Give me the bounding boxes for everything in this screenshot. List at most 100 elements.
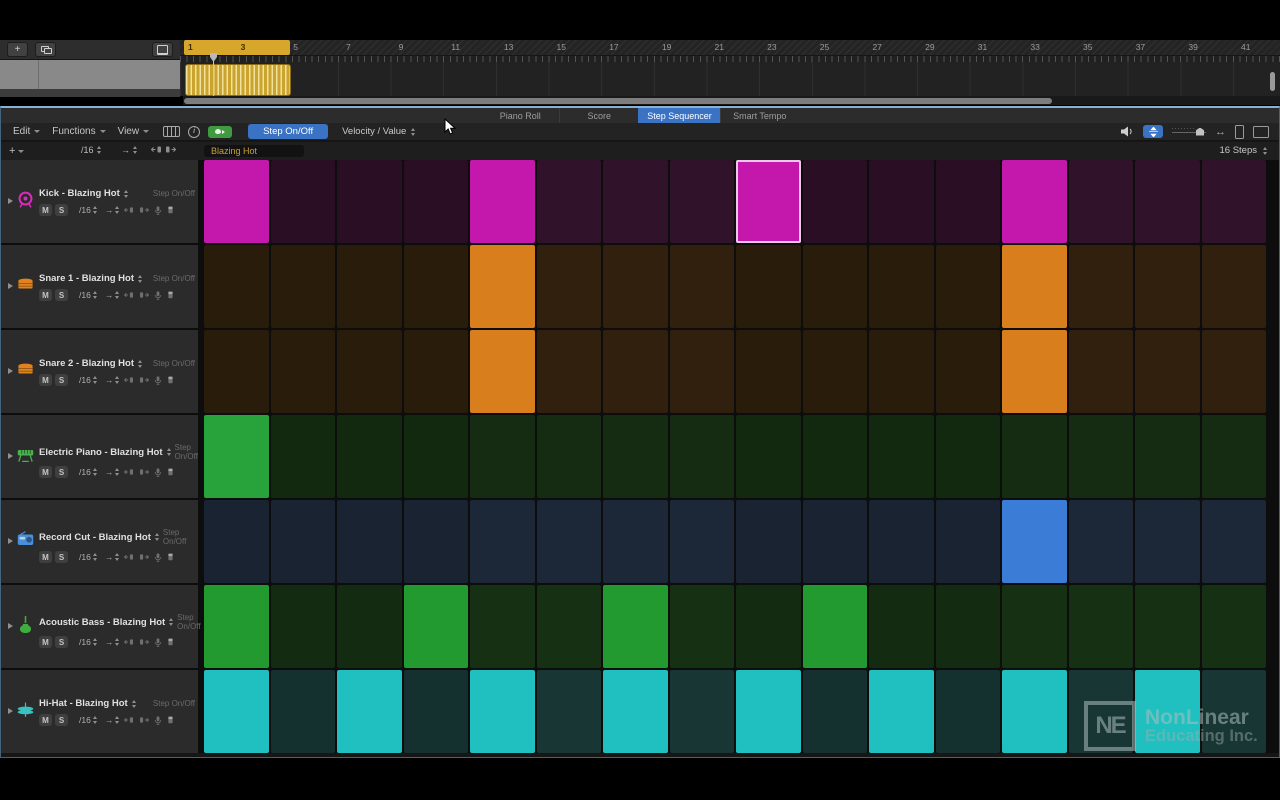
step-cell[interactable] <box>1135 160 1200 243</box>
track-header[interactable]: Record Cut - Blazing HotStep On/OffMS/16… <box>1 500 198 583</box>
step-cell[interactable] <box>337 500 402 583</box>
step-cell[interactable] <box>670 585 735 668</box>
eraser-icon[interactable] <box>167 715 174 725</box>
step-cell[interactable] <box>1069 160 1134 243</box>
info-icon[interactable]: i <box>188 126 200 138</box>
step-cell[interactable] <box>1202 160 1267 243</box>
rotate-left-icon[interactable] <box>124 638 134 646</box>
vertical-pane-icon[interactable] <box>1235 125 1244 139</box>
eraser-icon[interactable] <box>167 467 174 477</box>
rotate-right-icon[interactable] <box>139 638 149 646</box>
step-cell[interactable] <box>803 415 868 498</box>
pattern-rate-stepper[interactable]: /16 <box>81 145 101 155</box>
tab-score[interactable]: Score <box>559 108 638 123</box>
step-cell[interactable] <box>470 670 535 753</box>
step-cell[interactable] <box>1002 670 1067 753</box>
mute-button[interactable]: M <box>39 714 52 726</box>
step-cell[interactable] <box>803 160 868 243</box>
step-cell[interactable] <box>404 415 469 498</box>
step-cell[interactable] <box>869 415 934 498</box>
step-cell[interactable] <box>271 160 336 243</box>
step-cell[interactable] <box>670 500 735 583</box>
step-cell[interactable] <box>1002 415 1067 498</box>
row-rate-stepper[interactable]: /16 <box>79 375 97 385</box>
step-cell[interactable] <box>404 670 469 753</box>
step-cell[interactable] <box>470 500 535 583</box>
step-cell[interactable] <box>1135 585 1200 668</box>
edit-mode-select[interactable]: Velocity / Value <box>338 126 419 137</box>
menu-edit[interactable]: Edit <box>7 126 46 137</box>
disclosure-triangle-icon[interactable] <box>8 198 13 204</box>
step-cell[interactable] <box>1135 670 1200 753</box>
step-cell[interactable] <box>736 500 801 583</box>
add-row-button[interactable]: + <box>9 145 24 157</box>
menu-view[interactable]: View <box>112 126 156 137</box>
mic-icon[interactable] <box>154 375 162 386</box>
step-cell[interactable] <box>1135 245 1200 328</box>
step-cell[interactable] <box>1135 330 1200 413</box>
track-name[interactable]: Record Cut - Blazing Hot <box>39 532 151 543</box>
vertical-scrollbar-thumb[interactable] <box>1270 72 1275 91</box>
step-cell[interactable] <box>204 585 269 668</box>
step-cell[interactable] <box>271 330 336 413</box>
row-direction-stepper[interactable]: → <box>105 290 120 300</box>
disclosure-triangle-icon[interactable] <box>8 708 13 714</box>
step-cell[interactable] <box>1069 415 1134 498</box>
tab-piano-roll[interactable]: Piano Roll <box>481 108 559 123</box>
step-cell[interactable] <box>204 160 269 243</box>
midi-in-capture-button[interactable] <box>208 126 232 138</box>
step-cell[interactable] <box>603 500 668 583</box>
empty-track-list[interactable] <box>0 60 180 89</box>
step-cell[interactable] <box>736 585 801 668</box>
row-rate-stepper[interactable]: /16 <box>79 637 97 647</box>
step-cell[interactable] <box>603 585 668 668</box>
solo-button[interactable]: S <box>55 374 68 386</box>
step-cell[interactable] <box>936 585 1001 668</box>
step-cell[interactable] <box>271 245 336 328</box>
eraser-icon[interactable] <box>167 205 174 215</box>
step-cell[interactable] <box>470 415 535 498</box>
mic-icon[interactable] <box>154 637 162 648</box>
step-cell[interactable] <box>869 670 934 753</box>
step-cell[interactable] <box>404 245 469 328</box>
eraser-icon[interactable] <box>167 552 174 562</box>
solo-button[interactable]: S <box>55 466 68 478</box>
bar-ruler[interactable]: 1357911131517192123252729313335373941 <box>180 40 1280 96</box>
step-cell[interactable] <box>670 415 735 498</box>
track-header[interactable]: Snare 2 - Blazing HotStep On/OffMS/16→ <box>1 330 198 413</box>
step-cell[interactable] <box>736 670 801 753</box>
row-direction-stepper[interactable]: → <box>105 205 120 215</box>
step-cell[interactable] <box>1002 160 1067 243</box>
step-cell[interactable] <box>1002 585 1067 668</box>
row-direction-stepper[interactable]: → <box>105 637 120 647</box>
step-cell[interactable] <box>803 330 868 413</box>
step-cell[interactable] <box>537 670 602 753</box>
step-cell[interactable] <box>470 245 535 328</box>
rotate-left-icon[interactable] <box>124 291 134 299</box>
rotate-right-icon[interactable] <box>139 291 149 299</box>
step-cell[interactable] <box>1069 330 1134 413</box>
mute-button[interactable]: M <box>39 551 52 563</box>
track-name[interactable]: Acoustic Bass - Blazing Hot <box>39 617 165 628</box>
step-cell[interactable] <box>204 670 269 753</box>
step-cell[interactable] <box>936 500 1001 583</box>
solo-button[interactable]: S <box>55 636 68 648</box>
step-cell[interactable] <box>603 160 668 243</box>
rotate-right-icon[interactable] <box>139 206 149 214</box>
menu-functions[interactable]: Functions <box>46 126 111 137</box>
step-cell[interactable] <box>936 160 1001 243</box>
step-cell[interactable] <box>470 330 535 413</box>
step-cell[interactable] <box>470 585 535 668</box>
step-cell[interactable] <box>670 160 735 243</box>
speaker-icon[interactable] <box>1121 126 1134 137</box>
pattern-name-field[interactable]: Blazing Hot <box>204 145 304 157</box>
rotate-right-icon[interactable] <box>139 716 149 724</box>
cycle-region[interactable] <box>184 40 290 55</box>
step-cell[interactable] <box>1135 500 1200 583</box>
mic-icon[interactable] <box>154 715 162 726</box>
disclosure-triangle-icon[interactable] <box>8 283 13 289</box>
disclosure-triangle-icon[interactable] <box>8 453 13 459</box>
step-cell[interactable] <box>337 160 402 243</box>
zoom-slider-handle[interactable] <box>1196 128 1204 136</box>
step-cell[interactable] <box>869 245 934 328</box>
